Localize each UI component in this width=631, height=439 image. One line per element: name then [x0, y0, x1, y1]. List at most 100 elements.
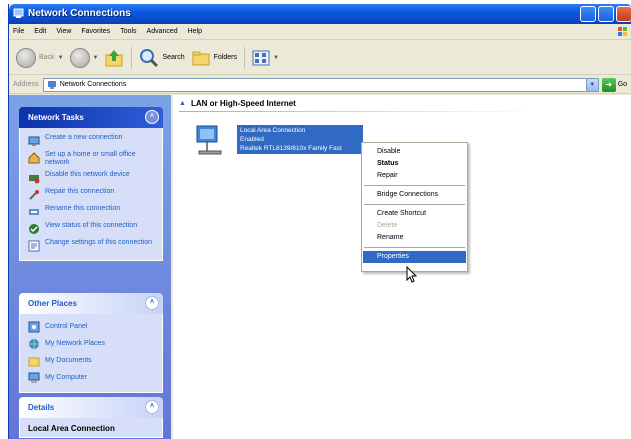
network-tasks-list: Create a new connection Set up a home or…: [19, 128, 163, 261]
toolbar-separator: [244, 46, 245, 69]
details-panel: Details ˄ Local Area Connection: [19, 397, 163, 438]
context-menu-properties[interactable]: Properties: [363, 251, 466, 263]
documents-folder-icon: [28, 357, 40, 367]
network-tasks-header[interactable]: Network Tasks ˄: [19, 107, 163, 128]
details-body: Local Area Connection: [19, 418, 163, 438]
task-change-settings[interactable]: Change settings of this connection: [28, 239, 156, 252]
context-menu-repair[interactable]: Repair: [363, 170, 466, 182]
menu-view[interactable]: View: [56, 28, 71, 35]
windows-flag-icon: [618, 27, 627, 36]
task-home-network[interactable]: Set up a home or small office network: [28, 151, 156, 167]
menu-separator: [364, 204, 465, 205]
other-places-panel: Other Places ˄ Control Panel My Network …: [19, 293, 163, 393]
address-dropdown-button[interactable]: ▼: [585, 78, 598, 91]
group-header[interactable]: ▲ LAN or High-Speed Internet: [179, 99, 296, 108]
task-create-connection[interactable]: Create a new connection: [28, 134, 156, 147]
context-menu-disable[interactable]: Disable: [363, 146, 466, 158]
views-grid-icon: [252, 50, 270, 65]
task-view-status[interactable]: View status of this connection: [28, 222, 156, 235]
chevron-down-icon: ▼: [92, 54, 99, 61]
task-rename[interactable]: Rename this connection: [28, 205, 156, 218]
context-menu-create-shortcut[interactable]: Create Shortcut: [363, 208, 466, 220]
menu-file[interactable]: File: [13, 28, 24, 35]
back-arrow-icon: [16, 47, 36, 68]
connection-device: Realtek RTL8139/810x Family Fast: [240, 145, 342, 152]
context-menu-bridge-connections[interactable]: Bridge Connections: [363, 189, 466, 201]
window-title: Network Connections: [28, 8, 131, 19]
context-menu-rename[interactable]: Rename: [363, 232, 466, 244]
repair-icon: [29, 190, 39, 200]
maximize-button[interactable]: [598, 6, 614, 22]
lan-connection-label[interactable]: Local Area Connection Enabled Realtek RT…: [237, 125, 363, 154]
chevron-down-icon: ▼: [273, 54, 279, 61]
rename-icon: [29, 209, 39, 215]
menu-favorites[interactable]: Favorites: [81, 28, 110, 35]
go-label[interactable]: Go: [618, 81, 627, 88]
minimize-button[interactable]: [580, 6, 596, 22]
new-connection-icon: [28, 136, 40, 146]
views-button[interactable]: ▼: [249, 46, 282, 70]
menu-advanced[interactable]: Advanced: [147, 28, 178, 35]
toolbar-separator: [131, 46, 133, 69]
menu-separator: [364, 247, 465, 248]
menu-help[interactable]: Help: [188, 28, 202, 35]
settings-icon: [28, 240, 40, 252]
chevron-up-icon: ▲: [179, 100, 186, 107]
forward-arrow-icon: [69, 47, 90, 68]
collapse-icon[interactable]: ˄: [145, 296, 159, 310]
place-control-panel[interactable]: Control Panel: [28, 320, 156, 333]
menu-edit[interactable]: Edit: [34, 28, 46, 35]
disable-device-icon: [29, 175, 40, 184]
computer-icon: [28, 372, 40, 383]
network-places-icon: [29, 339, 39, 349]
menu-tools[interactable]: Tools: [120, 28, 136, 35]
details-header[interactable]: Details ˄: [19, 397, 163, 418]
standard-toolbar: Back ▼ ▼ Search Folders ▼: [9, 41, 631, 75]
menu-separator: [364, 185, 465, 186]
connection-name: Local Area Connection: [240, 127, 306, 134]
address-value: Network Connections: [59, 81, 127, 88]
search-button[interactable]: Search: [136, 46, 187, 70]
collapse-icon[interactable]: ˄: [145, 400, 159, 414]
mouse-cursor-icon: [406, 266, 418, 283]
menu-bar: File Edit View Favorites Tools Advanced …: [9, 24, 631, 40]
task-pane: Network Tasks ˄ Create a new connection …: [9, 95, 171, 439]
network-tasks-panel: Network Tasks ˄ Create a new connection …: [19, 107, 163, 261]
network-connections-icon: [13, 8, 24, 18]
title-bar[interactable]: Network Connections: [9, 4, 631, 24]
context-menu-delete: Delete: [377, 222, 398, 229]
close-button[interactable]: [616, 6, 631, 22]
context-menu-status[interactable]: Status: [363, 158, 466, 170]
task-disable-device[interactable]: Disable this network device: [28, 171, 156, 184]
status-icon: [29, 224, 39, 234]
search-icon: [140, 48, 159, 67]
place-my-network-places[interactable]: My Network Places: [28, 337, 156, 350]
control-panel-icon: [28, 321, 40, 333]
task-repair[interactable]: Repair this connection: [28, 188, 156, 201]
other-places-header[interactable]: Other Places ˄: [19, 293, 163, 314]
place-my-computer[interactable]: My Computer: [28, 371, 156, 384]
network-connections-icon: [47, 80, 56, 89]
context-menu: Disable Status Repair Bridge Connections…: [361, 142, 468, 272]
address-bar: Address Network Connections ▼ ➜ Go: [9, 76, 631, 94]
other-places-list: Control Panel My Network Places My Docum…: [19, 314, 163, 393]
go-button[interactable]: ➜: [601, 77, 616, 92]
collapse-icon[interactable]: ˄: [145, 110, 159, 124]
connection-status: Enabled: [240, 136, 264, 143]
address-label: Address: [13, 81, 39, 88]
forward-button[interactable]: ▼: [67, 46, 102, 70]
group-divider: [179, 111, 539, 112]
details-connection-name: Local Area Connection: [28, 424, 115, 433]
explorer-window: Network Connections File Edit View Favor…: [8, 4, 631, 439]
home-network-icon: [28, 152, 40, 164]
folders-button[interactable]: Folders: [188, 46, 240, 70]
folders-icon: [192, 51, 210, 65]
chevron-down-icon: ▼: [57, 54, 64, 61]
up-button[interactable]: [101, 46, 127, 70]
window-controls: [580, 6, 631, 22]
address-input[interactable]: Network Connections ▼: [42, 77, 599, 92]
place-my-documents[interactable]: My Documents: [28, 354, 156, 367]
folder-up-icon: [105, 49, 123, 66]
back-button[interactable]: Back ▼: [13, 46, 67, 70]
lan-connection-icon[interactable]: [195, 123, 225, 157]
